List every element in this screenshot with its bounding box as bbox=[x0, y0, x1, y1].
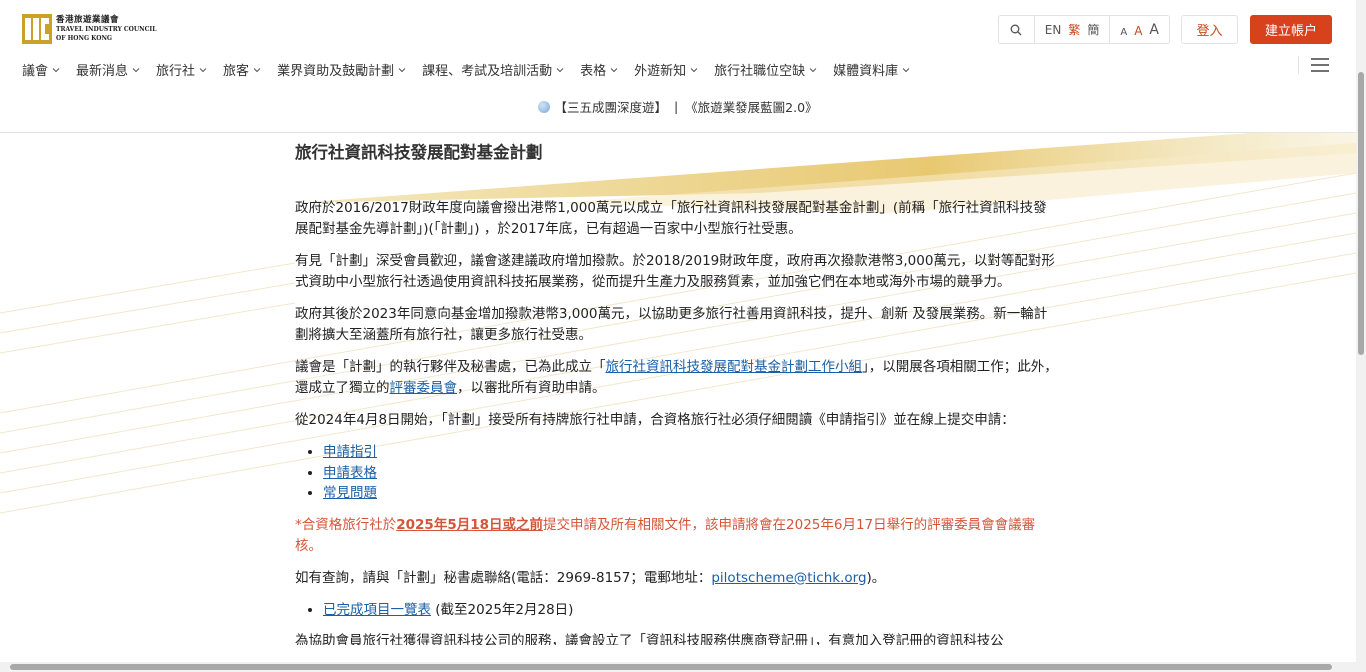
announcement-bar: 【三五成團深度遊】 | 《旅遊業發展藍圖2.0》 bbox=[0, 97, 1356, 116]
chevron-down-icon bbox=[398, 67, 406, 72]
nav-item-news[interactable]: 最新消息 bbox=[76, 60, 141, 79]
deadline-notice: *合資格旅行社於2025年5月18日或之前提交申請及所有相關文件，該申請將會在2… bbox=[295, 515, 1060, 557]
nav-item-label: 旅行社職位空缺 bbox=[714, 64, 806, 79]
text-span: ，以審批所有資助申請。 bbox=[457, 380, 606, 396]
paragraph-service-provider-register: 為協助會員旅行社獲得資訊科技公司的服務，議會設立了「資訊科技服務供應商登記冊」，… bbox=[295, 633, 1004, 645]
nav-item-funding-schemes[interactable]: 業界資助及鼓勵計劃 bbox=[277, 60, 407, 79]
text-span: (截至2025年2月28日) bbox=[431, 601, 574, 618]
nav-item-media-library[interactable]: 媒體資料庫 bbox=[833, 60, 911, 79]
chevron-down-icon bbox=[610, 67, 618, 72]
logo-chinese-name: 香港旅遊業議會 bbox=[56, 14, 120, 25]
font-size-medium[interactable]: A bbox=[1134, 24, 1142, 38]
text-span: 議會是「計劃」的執行夥伴及秘書處，已為此成立「 bbox=[295, 359, 606, 375]
completed-projects-list: 已完成項目一覽表 (截至2025年2月28日) bbox=[323, 600, 1060, 621]
nav-item-label: 媒體資料庫 bbox=[833, 64, 899, 79]
list-item: 已完成項目一覽表 (截至2025年2月28日) bbox=[323, 600, 1060, 621]
application-form-link[interactable]: 申請表格 bbox=[323, 465, 377, 481]
application-guide-link[interactable]: 申請指引 bbox=[323, 444, 377, 460]
page-title: 旅行社資訊科技發展配對基金計劃 bbox=[295, 143, 543, 162]
contact-paragraph: 如有查詢，請與「計劃」秘書處聯絡(電話：2969-8157；電郵地址：pilot… bbox=[295, 568, 1060, 589]
chevron-down-icon bbox=[253, 67, 261, 72]
chevron-down-icon bbox=[556, 67, 564, 72]
search-icon bbox=[1010, 24, 1022, 35]
font-size-large[interactable]: A bbox=[1149, 22, 1159, 38]
paragraph-2023-funding: 政府其後於2023年同意向基金增加撥款港幣3,000萬元，以協助更多旅行社善用資… bbox=[295, 306, 1048, 343]
nav-item-travellers[interactable]: 旅客 bbox=[223, 60, 262, 79]
nav-item-label: 表格 bbox=[580, 64, 607, 79]
tic-logo-mark-icon bbox=[22, 14, 52, 44]
login-button[interactable]: 登入 bbox=[1181, 15, 1238, 44]
working-group-link[interactable]: 旅行社資訊科技發展配對基金計劃工作小組 bbox=[606, 359, 863, 375]
main-content: 旅行社資訊科技發展配對基金計劃 政府於2016/2017財政年度向議會撥出港幣1… bbox=[295, 142, 1060, 656]
lang-sc-option[interactable]: 簡 bbox=[1087, 21, 1099, 38]
contact-email-link[interactable]: pilotscheme@tichk.org bbox=[711, 570, 866, 586]
lang-tc-option[interactable]: 繁 bbox=[1068, 21, 1080, 38]
nav-item-label: 業界資助及鼓勵計劃 bbox=[277, 64, 395, 79]
deadline-date: 2025年5月18日或之前 bbox=[396, 516, 544, 533]
font-size-small[interactable]: A bbox=[1120, 27, 1127, 38]
nav-item-label: 旅行社 bbox=[156, 64, 196, 79]
search-button[interactable] bbox=[999, 16, 1035, 43]
chevron-down-icon bbox=[199, 67, 207, 72]
site-logo[interactable]: 香港旅遊業議會 TRAVEL INDUSTRY COUNCIL OF HONG … bbox=[22, 14, 156, 44]
list-item: 申請指引 bbox=[323, 442, 1060, 463]
chevron-down-icon bbox=[809, 67, 817, 72]
vertical-scrollbar-thumb[interactable] bbox=[1358, 72, 1364, 355]
nav-item-label: 議會 bbox=[22, 64, 49, 79]
nav-item-forms[interactable]: 表格 bbox=[580, 60, 619, 79]
globe-icon bbox=[538, 100, 551, 113]
announcement-link-deep-tour[interactable]: 【三五成團深度遊】 bbox=[554, 97, 667, 116]
nav-item-travel-agents[interactable]: 旅行社 bbox=[156, 60, 208, 79]
nav-item-label: 最新消息 bbox=[76, 64, 129, 79]
font-size-switcher: A A A bbox=[1110, 22, 1169, 38]
paragraph-funding-increase: 有見「計劃」深受會員歡迎，議會遂建議政府增加撥款。於2018/2019財政年度，… bbox=[295, 253, 1055, 290]
horizontal-scrollbar[interactable] bbox=[0, 662, 1356, 672]
nav-item-courses[interactable]: 課程、考試及培訓活動 bbox=[422, 60, 565, 79]
vetting-committee-link[interactable]: 評審委員會 bbox=[390, 380, 458, 396]
site-header: 香港旅遊業議會 TRAVEL INDUSTRY COUNCIL OF HONG … bbox=[0, 0, 1356, 133]
hamburger-menu-icon[interactable] bbox=[1310, 57, 1330, 73]
chevron-down-icon bbox=[132, 67, 140, 72]
chevron-down-icon bbox=[52, 67, 60, 72]
nav-item-job-vacancies[interactable]: 旅行社職位空缺 bbox=[714, 60, 818, 79]
horizontal-scrollbar-thumb[interactable] bbox=[10, 664, 1332, 670]
vertical-scrollbar[interactable] bbox=[1356, 0, 1366, 672]
completed-projects-link[interactable]: 已完成項目一覽表 bbox=[323, 602, 431, 618]
main-nav: 議會 最新消息 旅行社 旅客 業界資助及鼓勵計劃 課程、考試及培訓活動 表格 外… bbox=[22, 60, 926, 79]
text-span: )。 bbox=[866, 569, 886, 586]
nav-divider bbox=[1298, 56, 1299, 74]
logo-english-name-line1: TRAVEL INDUSTRY COUNCIL bbox=[56, 25, 157, 33]
logo-english-name-line2: OF HONG KONG bbox=[56, 34, 113, 42]
nav-item-label: 課程、考試及培訓活動 bbox=[422, 64, 553, 79]
chevron-down-icon bbox=[690, 67, 698, 72]
list-item: 申請表格 bbox=[323, 463, 1060, 484]
utility-toolbar: EN 繁 簡 A A A bbox=[998, 15, 1170, 44]
lang-en-option[interactable]: EN bbox=[1045, 23, 1062, 37]
chevron-down-icon bbox=[902, 67, 910, 72]
register-button[interactable]: 建立帳户 bbox=[1250, 15, 1332, 44]
faq-link[interactable]: 常見問題 bbox=[323, 485, 377, 501]
paragraph-application-start: 從2024年4月8日開始，「計劃」接受所有持牌旅行社申請，合資格旅行社必須仔細閱… bbox=[295, 412, 1015, 428]
announcement-link-blueprint[interactable]: 《旅遊業發展藍圖2.0》 bbox=[685, 97, 817, 116]
nav-item-travel-tips[interactable]: 外遊新知 bbox=[634, 60, 699, 79]
application-links-list: 申請指引 申請表格 常見問題 bbox=[323, 442, 1060, 504]
text-span: *合資格旅行社於 bbox=[295, 516, 397, 533]
list-item: 常見問題 bbox=[323, 483, 1060, 504]
nav-item-label: 旅客 bbox=[223, 64, 250, 79]
nav-item-council[interactable]: 議會 bbox=[22, 60, 61, 79]
announcement-separator: | bbox=[673, 99, 679, 114]
nav-item-label: 外遊新知 bbox=[634, 64, 687, 79]
language-switcher: EN 繁 簡 bbox=[1035, 16, 1111, 43]
paragraph-secretariat: 議會是「計劃」的執行夥伴及秘書處，已為此成立「旅行社資訊科技發展配對基金計劃工作… bbox=[295, 357, 1060, 399]
paragraph-intro: 政府於2016/2017財政年度向議會撥出港幣1,000萬元以成立「旅行社資訊科… bbox=[295, 200, 1047, 237]
text-span: 如有查詢，請與「計劃」秘書處聯絡(電話：2969-8157；電郵地址： bbox=[295, 569, 712, 586]
